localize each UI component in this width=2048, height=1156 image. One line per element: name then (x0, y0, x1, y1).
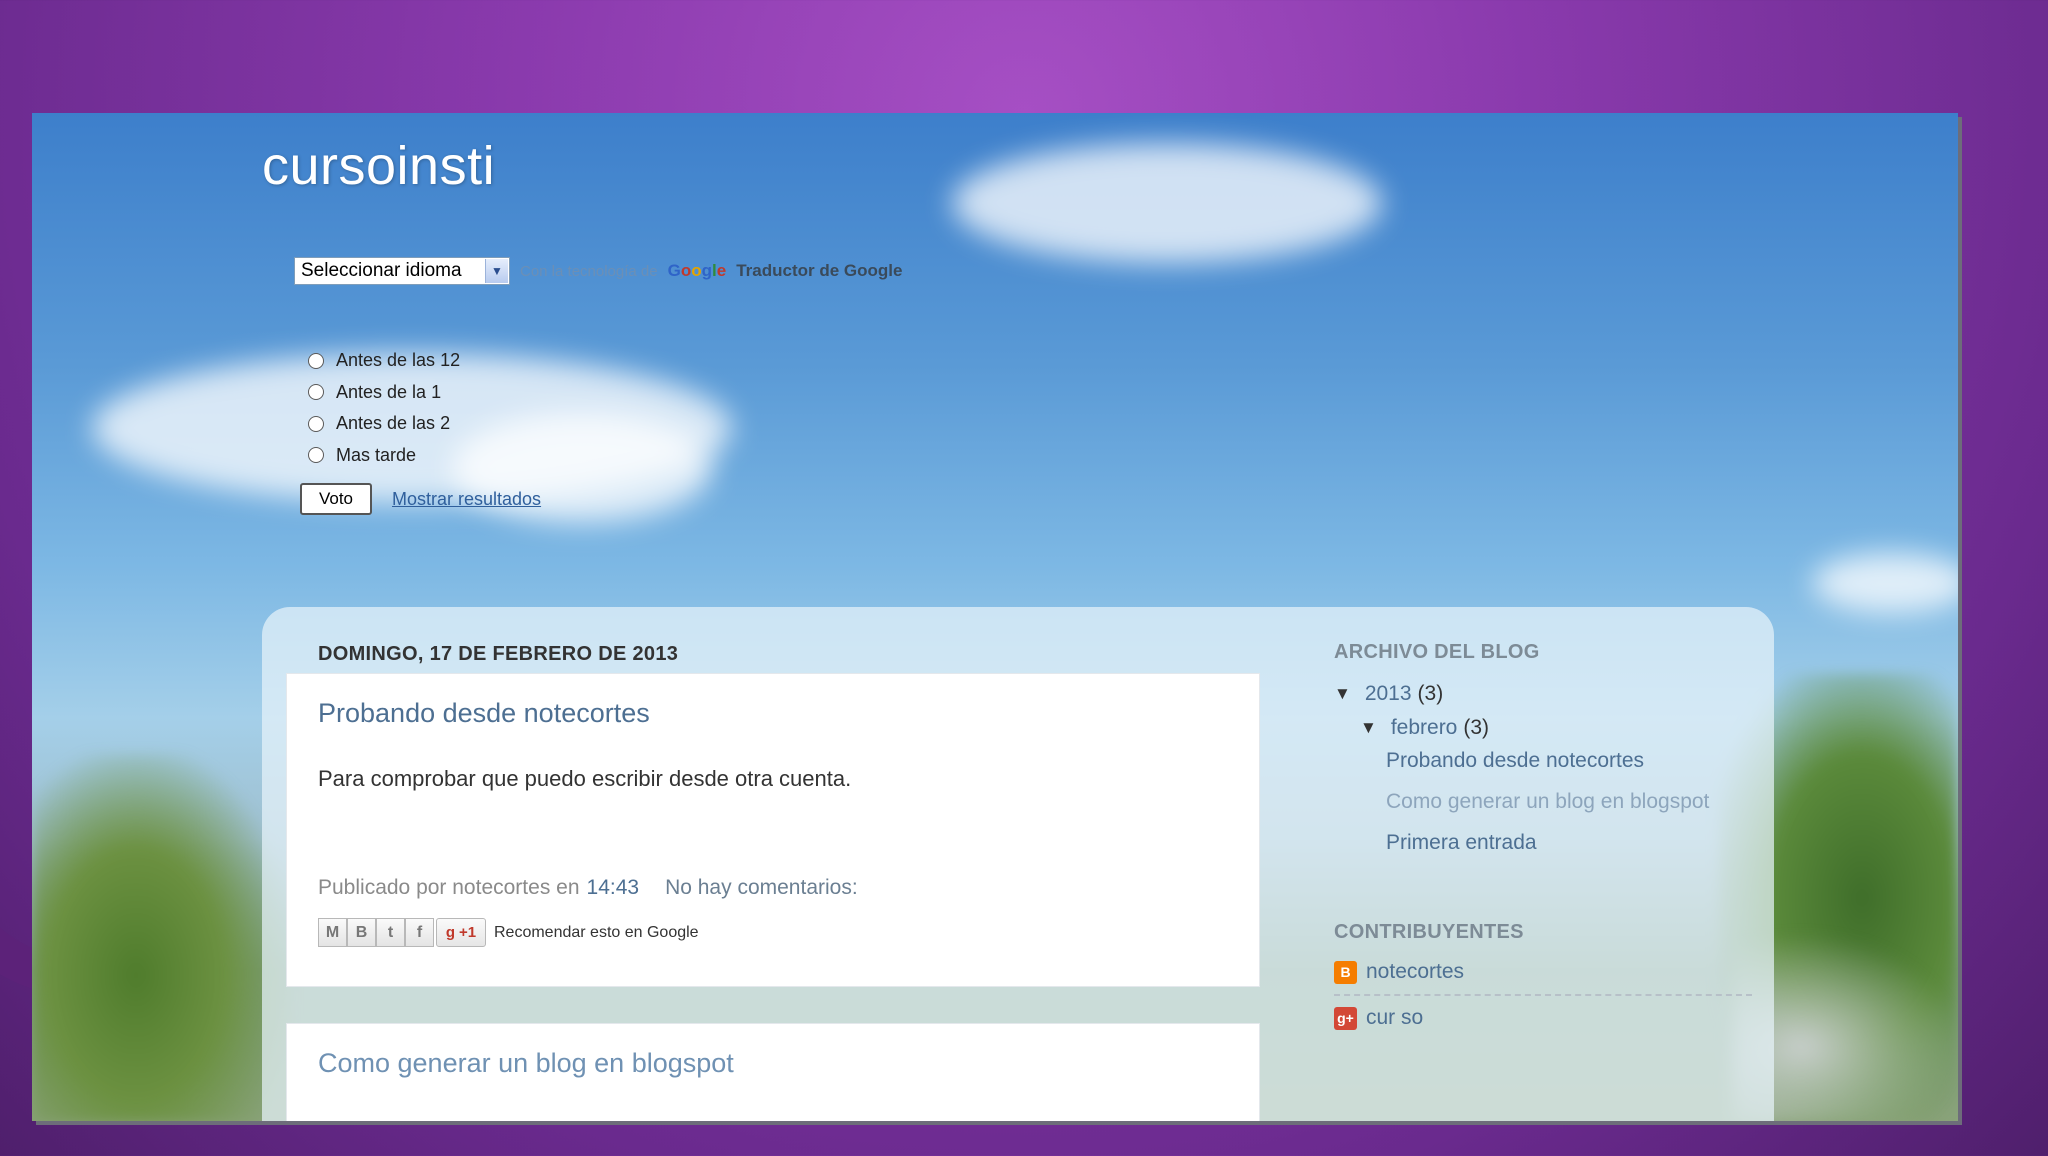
archive-month[interactable]: ▼ febrero (3) (1360, 716, 1754, 740)
comments-link[interactable]: No hay comentarios: (665, 876, 858, 900)
language-select-value: Seleccionar idioma (301, 260, 462, 281)
poll-option[interactable]: Antes de las 2 (308, 408, 541, 440)
cloud-decoration (1812, 553, 1958, 613)
poll-option-label: Mas tarde (336, 444, 417, 465)
contributor-item[interactable]: g+ cur so (1334, 996, 1754, 1040)
twitter-icon[interactable]: t (376, 918, 405, 947)
post-footer: Publicado por notecortes en 14:43 No hay… (318, 876, 858, 900)
archive-month-label[interactable]: febrero (1391, 716, 1458, 740)
cloud-decoration (952, 143, 1382, 263)
poll-option[interactable]: Antes de las 12 (308, 345, 541, 377)
triangle-down-icon[interactable]: ▼ (1334, 684, 1351, 704)
blogger-icon: B (1334, 960, 1357, 984)
post-body: Para comprobar que puedo escribir desde … (318, 766, 852, 791)
recommend-text: Recomendar esto en Google (494, 923, 699, 941)
contributors-heading: CONTRIBUYENTES (1334, 921, 1524, 943)
poll-option[interactable]: Antes de la 1 (308, 377, 541, 409)
translator-link[interactable]: Traductor de Google (736, 261, 902, 281)
radio-button[interactable] (308, 447, 324, 464)
archive-year-label[interactable]: 2013 (1365, 682, 1412, 706)
post-byline: Publicado por notecortes en (318, 876, 580, 899)
google-logo: Google (667, 261, 727, 280)
post-time-link[interactable]: 14:43 (587, 876, 640, 900)
email-icon[interactable]: M (318, 918, 347, 947)
facebook-icon[interactable]: f (405, 918, 434, 947)
trees-decoration (32, 753, 292, 1121)
archive-heading: ARCHIVO DEL BLOG (1334, 641, 1540, 663)
google-plus-one-button[interactable]: g +1 (436, 918, 486, 947)
archive-post-link[interactable]: Probando desde notecortes (1386, 740, 1754, 781)
post-title[interactable]: Como generar un blog en blogspot (318, 1048, 734, 1079)
triangle-down-icon[interactable]: ▼ (1360, 718, 1377, 738)
archive-post-link[interactable]: Como generar un blog en blogspot (1386, 781, 1754, 822)
archive-post-link[interactable]: Primera entrada (1386, 822, 1754, 863)
translate-widget: Seleccionar idioma ▼ Con la tecnología d… (294, 257, 902, 285)
post-date-header: DOMINGO, 17 DE FEBRERO DE 2013 (318, 643, 679, 665)
poll-widget: Antes de las 12 Antes de la 1 Antes de l… (300, 345, 541, 515)
archive-year[interactable]: ▼ 2013 (3) (1334, 682, 1754, 706)
archive-month-count: (3) (1463, 716, 1490, 739)
contributor-item[interactable]: B notecortes (1334, 950, 1754, 994)
radio-button[interactable] (308, 415, 324, 432)
plus-one-label: +1 (459, 924, 477, 941)
poll-option-label: Antes de las 12 (336, 350, 461, 371)
poll-option[interactable]: Mas tarde (308, 440, 541, 472)
poll-actions: Voto Mostrar resultados (300, 483, 541, 515)
blog-title[interactable]: cursoinsti (262, 135, 495, 197)
chevron-down-icon[interactable]: ▼ (485, 259, 508, 283)
show-results-link[interactable]: Mostrar resultados (392, 489, 541, 510)
vote-button[interactable]: Voto (300, 483, 372, 515)
google-plus-icon: g+ (1334, 1006, 1357, 1030)
content-panel: DOMINGO, 17 DE FEBRERO DE 2013 Probando … (262, 607, 1774, 1121)
google-plus-icon: g (445, 924, 456, 941)
post-card: Como generar un blog en blogspot (286, 1023, 1260, 1121)
powered-by-text: Con la tecnología de (520, 262, 658, 280)
archive-year-count: (3) (1417, 682, 1444, 705)
share-row: M B t f g +1 Recomendar esto en Google (318, 918, 699, 947)
post-card: Probando desde notecortes Para comprobar… (286, 673, 1260, 987)
post-title[interactable]: Probando desde notecortes (318, 698, 650, 729)
sidebar: ARCHIVO DEL BLOG ▼ 2013 (3) ▼ febrero (3… (1334, 641, 1754, 1040)
poll-option-label: Antes de la 1 (336, 381, 442, 402)
blogger-icon[interactable]: B (347, 918, 376, 947)
radio-button[interactable] (308, 352, 324, 369)
blog-window: cursoinsti Seleccionar idioma ▼ Con la t… (32, 113, 1958, 1121)
poll-option-label: Antes de las 2 (336, 413, 451, 434)
radio-button[interactable] (308, 384, 324, 401)
contributor-name[interactable]: notecortes (1366, 960, 1464, 984)
contributor-name[interactable]: cur so (1366, 1006, 1423, 1030)
language-select[interactable]: Seleccionar idioma ▼ (294, 257, 510, 285)
